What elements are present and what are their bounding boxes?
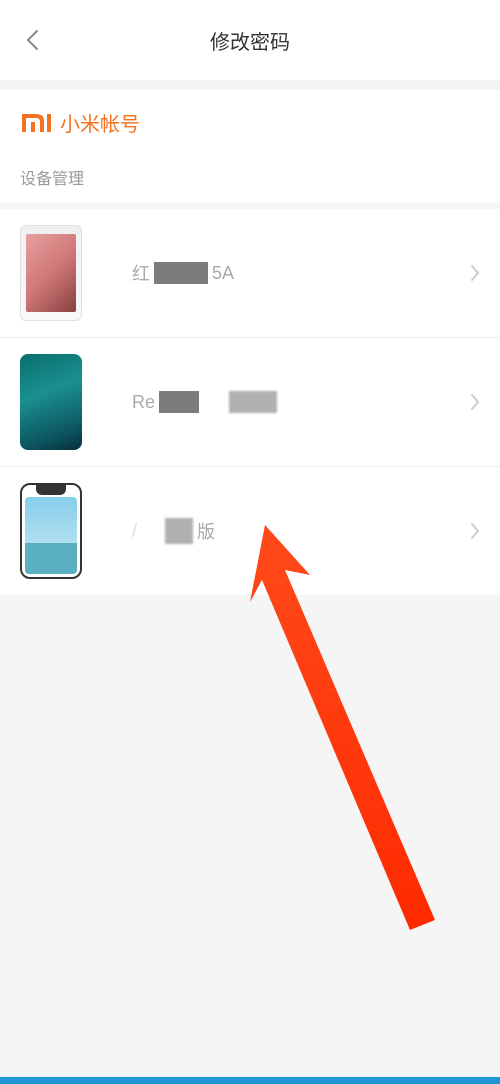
account-banner: 小米帐号 xyxy=(0,90,500,151)
mi-logo-icon xyxy=(20,110,52,136)
censored-text xyxy=(154,262,208,284)
censored-text xyxy=(159,391,199,413)
device-label: 红 5A xyxy=(132,260,480,286)
device-list: 红 5A Re / 版 xyxy=(0,209,500,595)
device-item-3[interactable]: / 版 xyxy=(0,467,500,595)
section-label: 设备管理 xyxy=(0,151,500,203)
chevron-left-icon xyxy=(25,29,39,51)
phone-thumbnail-icon xyxy=(20,354,82,450)
censored-text xyxy=(165,518,193,544)
bottom-indicator xyxy=(0,1077,500,1084)
account-brand: 小米帐号 xyxy=(60,108,140,137)
device-label: Re xyxy=(132,391,480,413)
chevron-right-icon xyxy=(470,522,480,540)
device-item-2[interactable]: Re xyxy=(0,338,500,467)
phone-thumbnail-icon xyxy=(20,225,82,321)
page-title: 修改密码 xyxy=(20,26,480,55)
chevron-right-icon xyxy=(470,393,480,411)
chevron-right-icon xyxy=(470,264,480,282)
header: 修改密码 xyxy=(0,0,500,80)
back-button[interactable] xyxy=(20,28,44,52)
censored-text xyxy=(229,391,277,413)
device-item-1[interactable]: 红 5A xyxy=(0,209,500,338)
phone-thumbnail-icon xyxy=(20,483,82,579)
device-label: / 版 xyxy=(132,518,480,544)
